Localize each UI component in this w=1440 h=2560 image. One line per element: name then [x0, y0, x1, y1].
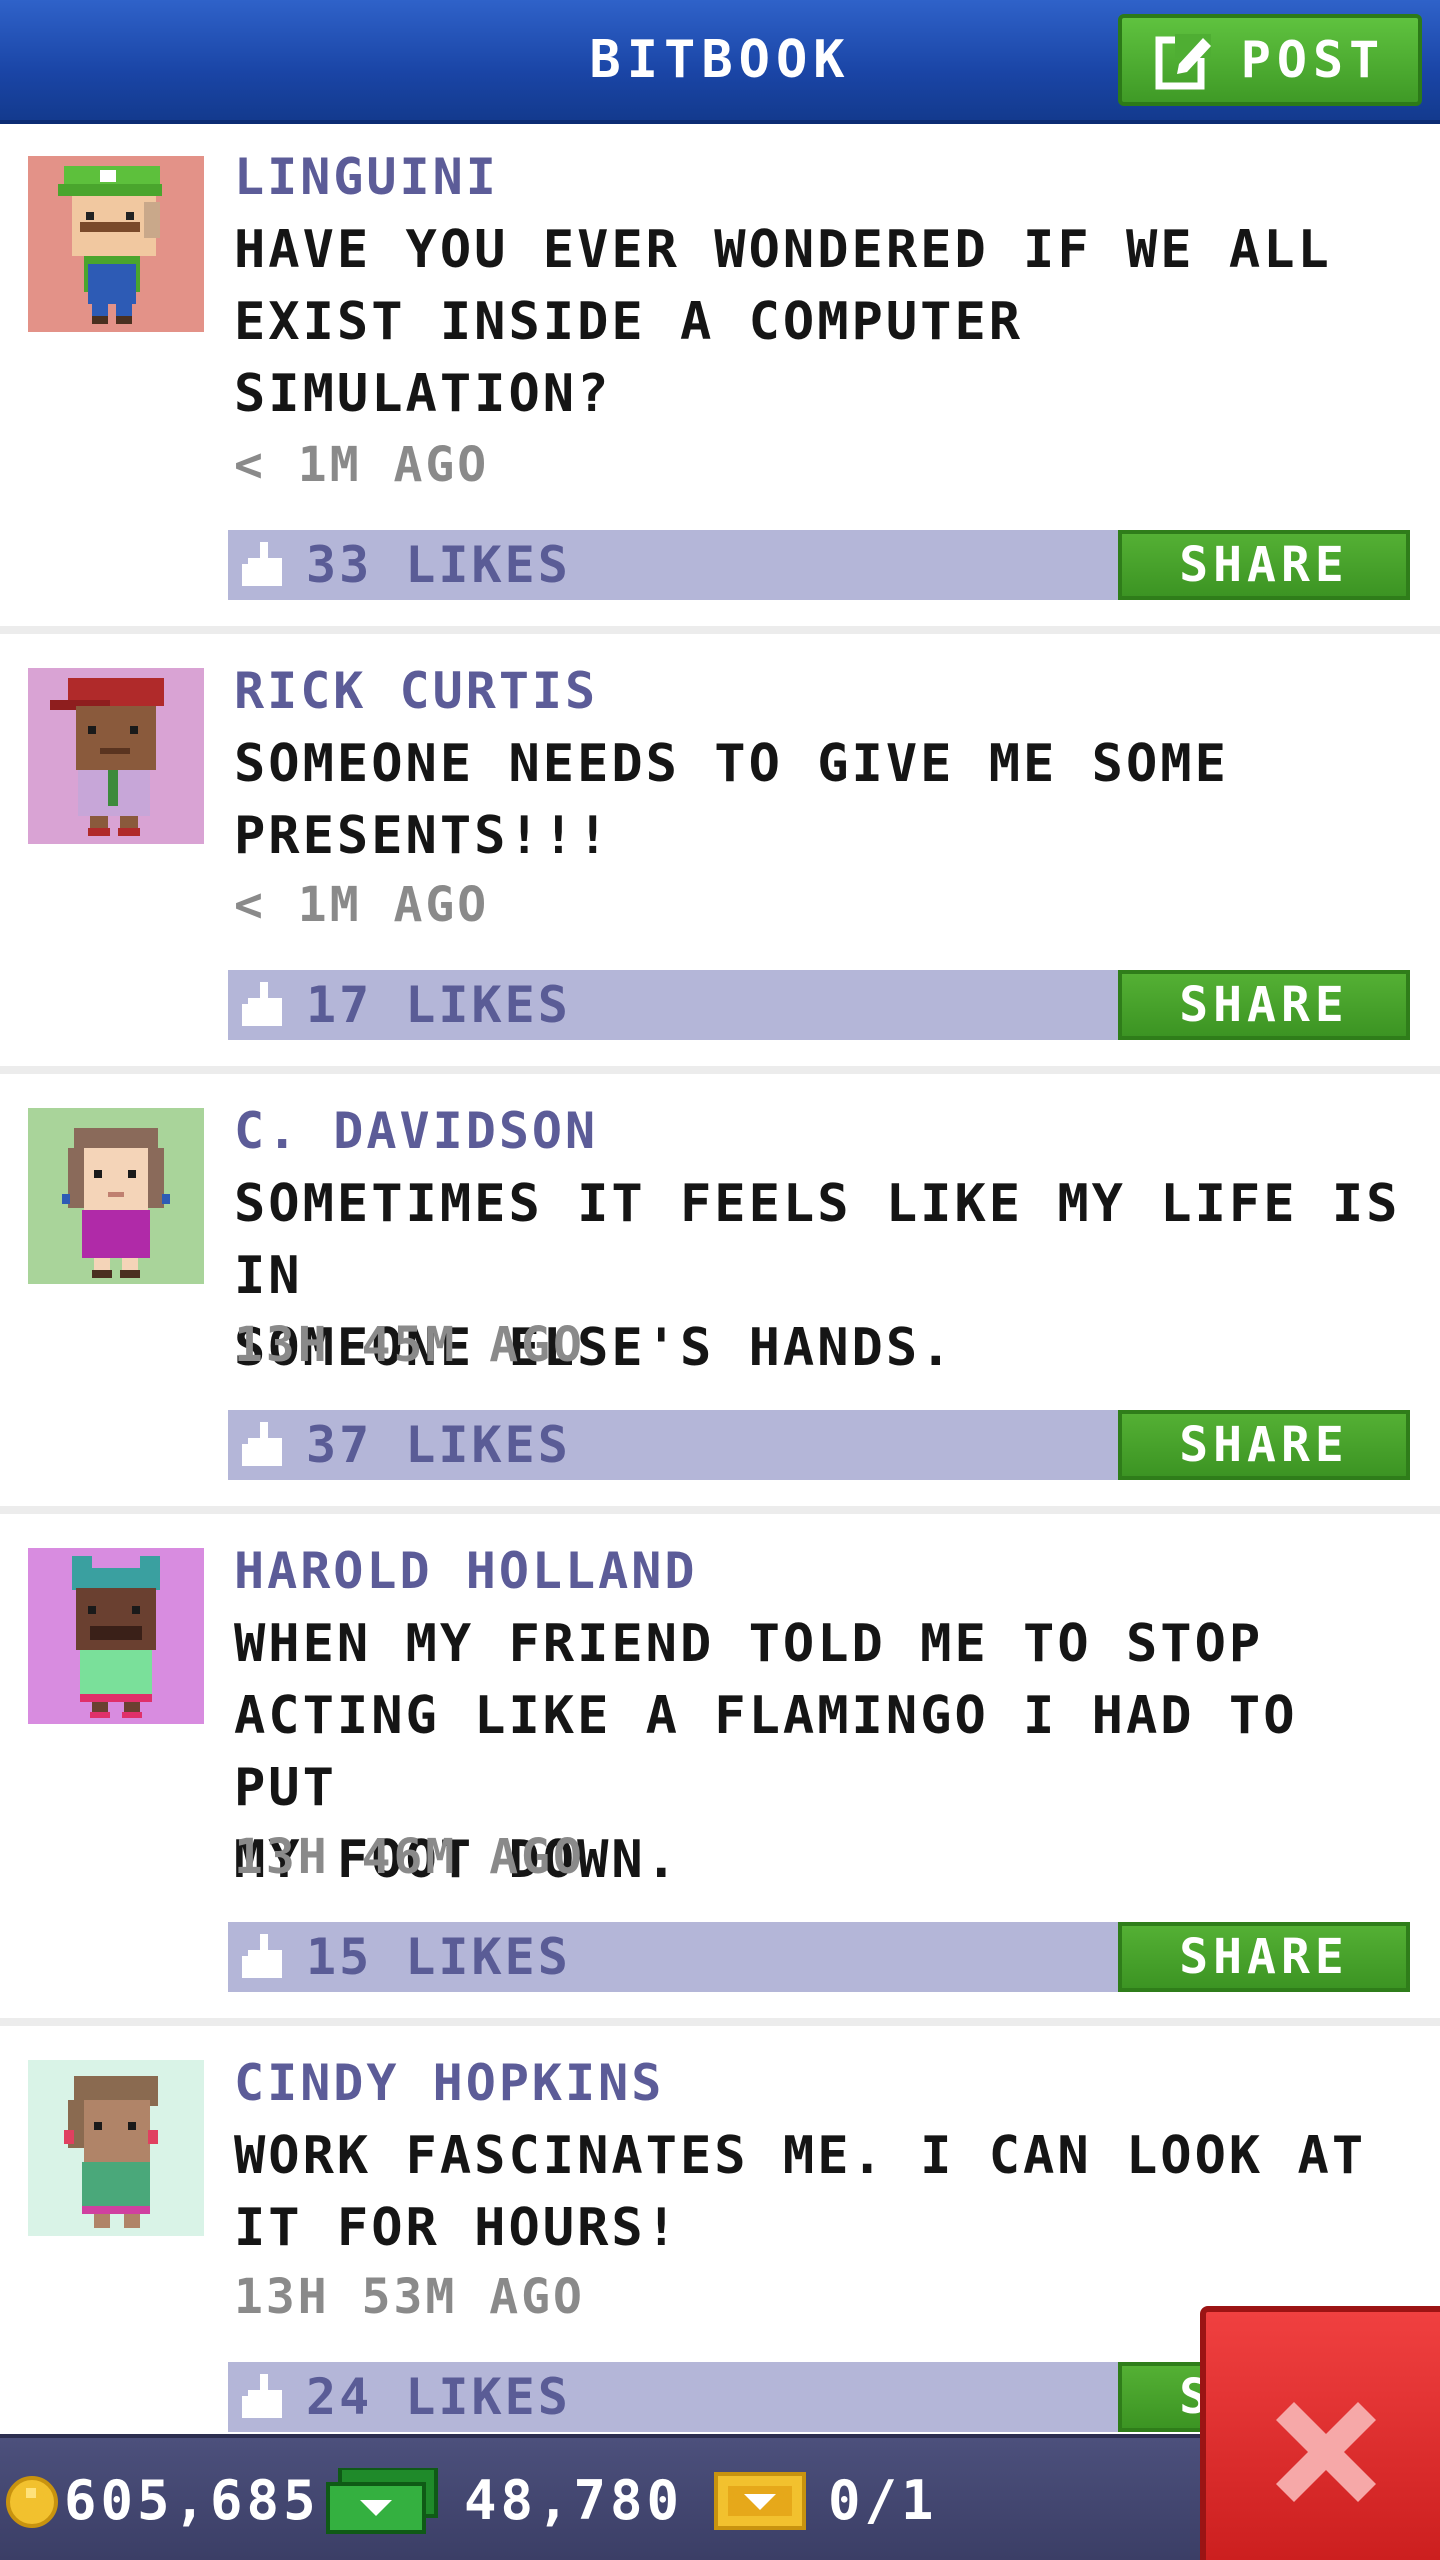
close-icon [1276, 2402, 1376, 2502]
ticket-icon [714, 2472, 806, 2530]
woman-magenta-shirt-avatar-icon [28, 1108, 204, 1284]
post-card: C. DAVIDSON SOMETIMES IT FEELS LIKE MY L… [0, 1074, 1440, 1514]
app-header: BITBOOK POST [0, 0, 1440, 124]
thumbs-up-icon[interactable] [242, 1422, 286, 1468]
post-text-line: ACTING LIKE A FLAMINGO I HAD TO PUT [234, 1686, 1298, 1818]
likes-count: 37 LIKES [306, 1416, 571, 1474]
bux-count: 48,780 [464, 2469, 684, 2532]
post-button-label: POST [1240, 31, 1386, 89]
post-author[interactable]: LINGUINI [234, 146, 499, 208]
coin-count: 605,685 [64, 2469, 320, 2532]
post-text-line: SOMETIMES IT FEELS LIKE MY LIFE IS IN [234, 1174, 1401, 1306]
feed[interactable]: LINGUINI HAVE YOU EVER WONDERED IF WE AL… [0, 124, 1440, 2434]
share-button[interactable]: SHARE [1118, 1922, 1410, 1992]
likes-count: 24 LIKES [306, 2368, 571, 2426]
post-timestamp: < 1M AGO [234, 877, 490, 933]
likes-count: 17 LIKES [306, 976, 571, 1034]
post-author[interactable]: HAROLD HOLLAND [234, 1540, 697, 1602]
post-author[interactable]: CINDY HOPKINS [234, 2052, 664, 2114]
post-text-line: HAVE YOU EVER WONDERED IF WE ALL [234, 220, 1332, 280]
post-text-line: IT FOR HOURS! [234, 2198, 680, 2258]
post-author[interactable]: C. DAVIDSON [234, 1100, 598, 1162]
post-text-line: SOMEONE NEEDS TO GIVE ME SOME [234, 734, 1229, 794]
post-text-line: WHEN MY FRIEND TOLD ME TO STOP [234, 1614, 1264, 1674]
likes-bar: 17 LIKES SHARE [228, 970, 1410, 1040]
share-button[interactable]: SHARE [1118, 1410, 1410, 1480]
post-card: HAROLD HOLLAND WHEN MY FRIEND TOLD ME TO… [0, 1514, 1440, 2026]
close-button[interactable] [1200, 2306, 1440, 2560]
frog-hat-man-avatar-icon [28, 1548, 204, 1724]
post-text: HAVE YOU EVER WONDERED IF WE ALL EXIST I… [234, 214, 1414, 430]
compose-icon [1155, 34, 1211, 90]
post-card: RICK CURTIS SOMEONE NEEDS TO GIVE ME SOM… [0, 634, 1440, 1074]
post-text: SOMEONE NEEDS TO GIVE ME SOME PRESENTS!!… [234, 728, 1414, 872]
post-timestamp: < 1M AGO [234, 437, 490, 493]
post-author[interactable]: RICK CURTIS [234, 660, 598, 722]
post-button[interactable]: POST [1118, 14, 1422, 106]
thumbs-up-icon[interactable] [242, 982, 286, 1028]
post-text-line: EXIST INSIDE A COMPUTER [234, 292, 1024, 352]
likes-bar: 15 LIKES SHARE [228, 1922, 1410, 1992]
likes-bar: 33 LIKES SHARE [228, 530, 1410, 600]
plumber-green-cap-avatar-icon [28, 156, 204, 332]
post-text-line: SIMULATION? [234, 364, 612, 424]
likes-bar: 37 LIKES SHARE [228, 1410, 1410, 1480]
ticket-count: 0/1 [828, 2469, 938, 2532]
thumbs-up-icon[interactable] [242, 2374, 286, 2420]
thumbs-up-icon[interactable] [242, 542, 286, 588]
likes-count: 33 LIKES [306, 536, 571, 594]
woman-green-shirt-avatar-icon [28, 2060, 204, 2236]
post-timestamp: 13H 45M AGO [234, 1317, 585, 1373]
post-card: LINGUINI HAVE YOU EVER WONDERED IF WE AL… [0, 124, 1440, 634]
post-text-line: PRESENTS!!! [234, 806, 612, 866]
post-text: WORK FASCINATES ME. I CAN LOOK AT IT FOR… [234, 2120, 1414, 2264]
share-button[interactable]: SHARE [1118, 970, 1410, 1040]
likes-count: 15 LIKES [306, 1928, 571, 1986]
coin-icon [6, 2476, 58, 2528]
thumbs-up-icon[interactable] [242, 1934, 286, 1980]
post-timestamp: 13H 53M AGO [234, 2269, 585, 2325]
post-timestamp: 13H 46M AGO [234, 1829, 585, 1885]
bux-cash-icon [326, 2468, 438, 2534]
red-cap-man-avatar-icon [28, 668, 204, 844]
share-button[interactable]: SHARE [1118, 530, 1410, 600]
post-text-line: WORK FASCINATES ME. I CAN LOOK AT [234, 2126, 1367, 2186]
